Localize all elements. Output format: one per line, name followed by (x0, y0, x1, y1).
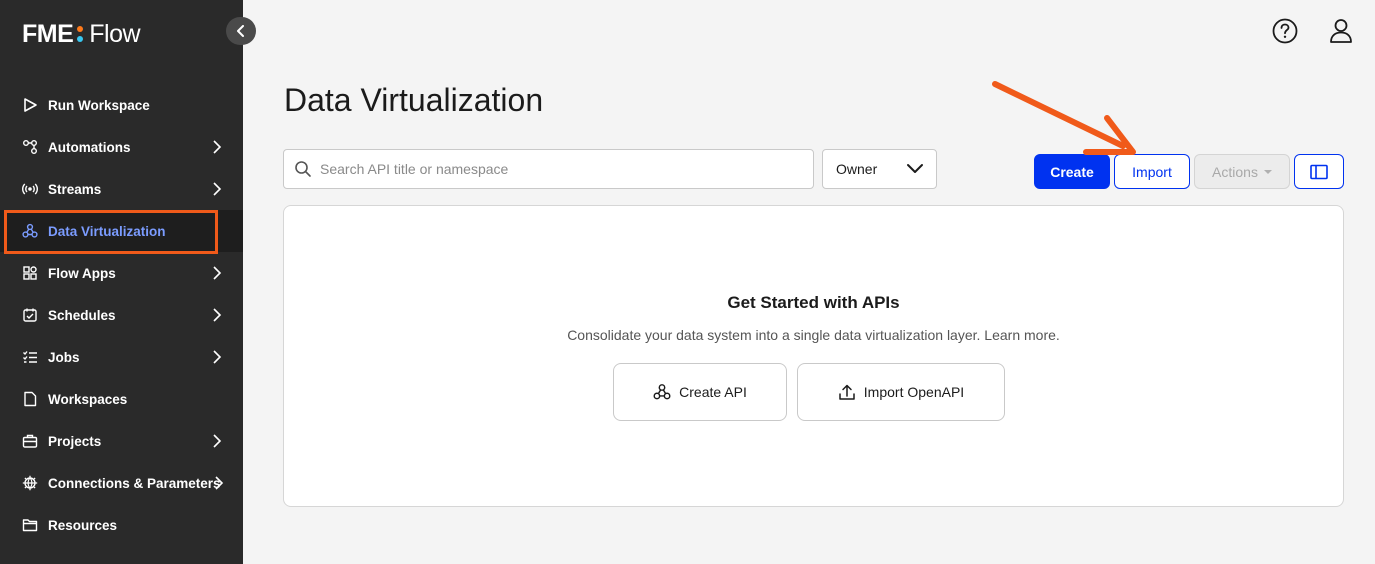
chevron-right-icon (213, 350, 222, 364)
logo-text-flow: Flow (89, 19, 141, 48)
empty-state-card: Get Started with APIs Consolidate your d… (283, 205, 1344, 507)
upload-icon (839, 384, 855, 400)
streams-icon (21, 180, 39, 198)
sidebar-item-projects[interactable]: Projects (0, 420, 243, 462)
create-api-label: Create API (679, 384, 747, 400)
sidebar-item-flow-apps[interactable]: Flow Apps (0, 252, 243, 294)
search-icon (295, 161, 311, 177)
sidebar-item-label: Workspaces (48, 391, 128, 407)
chevron-down-icon (907, 164, 923, 173)
import-openapi-button[interactable]: Import OpenAPI (797, 363, 1005, 421)
sidebar-item-data-virtualization[interactable]: Data Virtualization (0, 210, 243, 252)
calendar-icon (21, 306, 39, 324)
chevron-right-icon (213, 434, 222, 448)
create-button[interactable]: Create (1034, 154, 1110, 189)
page-title: Data Virtualization (284, 82, 544, 118)
sidebar-item-label: Schedules (48, 307, 116, 323)
sidebar-item-schedules[interactable]: Schedules (0, 294, 243, 336)
logo-dots-icon (77, 26, 84, 42)
sidebar-item-label: Resources (48, 517, 118, 533)
import-button-label: Import (1132, 163, 1172, 180)
import-button[interactable]: Import (1114, 154, 1190, 189)
create-button-label: Create (1050, 163, 1094, 180)
side-panel-icon (1310, 164, 1328, 179)
briefcase-icon (21, 432, 39, 450)
empty-state-title: Get Started with APIs (727, 293, 900, 312)
user-icon (1330, 19, 1352, 43)
play-icon (21, 96, 39, 114)
sidebar-item-label: Connections & Parameters (48, 475, 221, 491)
sidebar: FME Flow Run Workspace Automations Strea… (0, 0, 256, 564)
flow-apps-icon (21, 264, 39, 282)
sidebar-item-jobs[interactable]: Jobs (0, 336, 243, 378)
sidebar-item-label: Run Workspace (48, 97, 150, 113)
sidebar-item-label: Data Virtualization (48, 223, 166, 239)
empty-state-description: Consolidate your data system into a sing… (567, 327, 1060, 343)
toggle-panel-button[interactable] (1294, 154, 1344, 189)
sidebar-item-label: Flow Apps (48, 265, 116, 281)
user-menu-button[interactable] (1327, 17, 1355, 45)
owner-filter-label: Owner (836, 161, 878, 177)
import-openapi-label: Import OpenAPI (863, 384, 965, 400)
sidebar-item-run-workspace[interactable]: Run Workspace (0, 84, 243, 126)
folder-icon (21, 516, 39, 534)
owner-filter-select[interactable]: Owner (822, 149, 937, 189)
caret-down-icon (1263, 169, 1272, 174)
sidebar-item-workspaces[interactable]: Workspaces (0, 378, 243, 420)
help-button[interactable] (1271, 17, 1299, 45)
sidebar-item-label: Automations (48, 139, 131, 155)
document-icon (21, 390, 39, 408)
sidebar-item-resources[interactable]: Resources (0, 504, 243, 546)
chevron-right-icon (213, 182, 222, 196)
fme-flow-logo: FME Flow (22, 18, 141, 50)
data-virtualization-icon (653, 384, 671, 400)
actions-button-label: Actions (1212, 163, 1258, 180)
search-input[interactable] (320, 161, 813, 177)
chevron-right-icon (215, 476, 224, 490)
sidebar-item-automations[interactable]: Automations (0, 126, 243, 168)
sidebar-item-streams[interactable]: Streams (0, 168, 243, 210)
sidebar-item-label: Projects (48, 433, 102, 449)
sidebar-item-label: Streams (48, 181, 102, 197)
globe-gear-icon (21, 474, 39, 492)
logo-text-fme: FME (22, 19, 74, 48)
data-virtualization-icon (21, 222, 39, 240)
search-box[interactable] (283, 149, 814, 189)
help-icon (1272, 18, 1298, 44)
sidebar-item-label: Jobs (48, 349, 80, 365)
collapse-sidebar-button[interactable] (226, 17, 256, 45)
automations-icon (21, 138, 39, 156)
chevron-right-icon (213, 308, 222, 322)
create-api-button[interactable]: Create API (613, 363, 787, 421)
sidebar-nav: Run Workspace Automations Streams Data V… (0, 84, 243, 546)
sidebar-item-connections-parameters[interactable]: Connections & Parameters (0, 462, 243, 504)
chevron-left-icon (237, 25, 244, 37)
actions-dropdown-button[interactable]: Actions (1194, 154, 1290, 189)
chevron-right-icon (213, 140, 222, 154)
chevron-right-icon (213, 266, 222, 280)
jobs-list-icon (21, 348, 39, 366)
